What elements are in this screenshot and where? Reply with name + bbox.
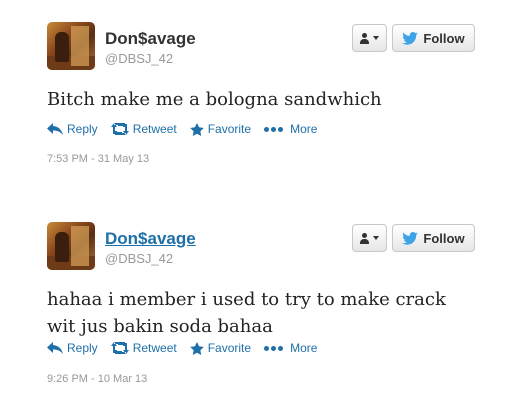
avatar[interactable]	[47, 222, 95, 270]
tweet-actions: Reply Retweet Favorite More	[47, 341, 330, 355]
favorite-star-icon	[189, 122, 204, 136]
favorite-button[interactable]: Favorite	[189, 122, 252, 136]
tweet-card: Don$avage @DBSJ_42 Follow hahaa i member…	[0, 200, 516, 415]
more-button[interactable]: More	[264, 122, 317, 136]
reply-label: Reply	[67, 122, 98, 136]
twitter-bird-icon	[402, 231, 419, 245]
retweet-label: Retweet	[132, 341, 177, 355]
tweet-card: Don$avage @DBSJ_42 Follow Bitch make me …	[0, 0, 516, 200]
follow-button[interactable]: Follow	[392, 24, 475, 52]
reply-icon	[47, 342, 63, 354]
tweet-text: hahaa i member i used to try to make cra…	[47, 289, 446, 337]
retweet-icon	[110, 123, 129, 135]
user-actions-dropdown-button[interactable]	[352, 224, 387, 252]
display-name[interactable]: Don$avage	[105, 29, 196, 49]
retweet-button[interactable]: Retweet	[110, 341, 177, 355]
more-label: More	[290, 341, 318, 355]
favorite-button[interactable]: Favorite	[189, 341, 252, 355]
follow-label: Follow	[423, 230, 465, 246]
user-handle[interactable]: @DBSJ_42	[105, 51, 173, 66]
display-name[interactable]: Don$avage	[105, 229, 196, 249]
chevron-down-icon	[373, 236, 379, 240]
user-icon	[360, 232, 369, 244]
retweet-button[interactable]: Retweet	[110, 122, 177, 136]
avatar[interactable]	[47, 22, 95, 70]
more-button[interactable]: More	[264, 341, 317, 355]
more-label: More	[290, 122, 318, 136]
reply-button[interactable]: Reply	[47, 341, 98, 355]
retweet-icon	[110, 342, 129, 354]
favorite-label: Favorite	[207, 341, 252, 355]
tweet-actions: Reply Retweet Favorite More	[47, 122, 330, 136]
follow-button[interactable]: Follow	[392, 224, 475, 252]
favorite-label: Favorite	[207, 122, 252, 136]
timestamp[interactable]: 9:26 PM - 10 Mar 13	[47, 373, 147, 385]
timestamp[interactable]: 7:53 PM - 31 May 13	[47, 153, 149, 165]
retweet-label: Retweet	[132, 122, 177, 136]
tweet-text: Bitch make me a bologna sandwhich	[47, 89, 382, 110]
user-icon	[360, 32, 369, 44]
chevron-down-icon	[373, 36, 379, 40]
more-dots-icon	[264, 126, 285, 132]
user-actions-dropdown-button[interactable]	[352, 24, 387, 52]
reply-button[interactable]: Reply	[47, 122, 98, 136]
more-dots-icon	[264, 345, 285, 351]
twitter-bird-icon	[402, 31, 419, 45]
reply-label: Reply	[67, 341, 98, 355]
follow-label: Follow	[423, 30, 465, 46]
user-handle[interactable]: @DBSJ_42	[105, 251, 173, 266]
reply-icon	[47, 123, 63, 135]
favorite-star-icon	[189, 341, 204, 355]
